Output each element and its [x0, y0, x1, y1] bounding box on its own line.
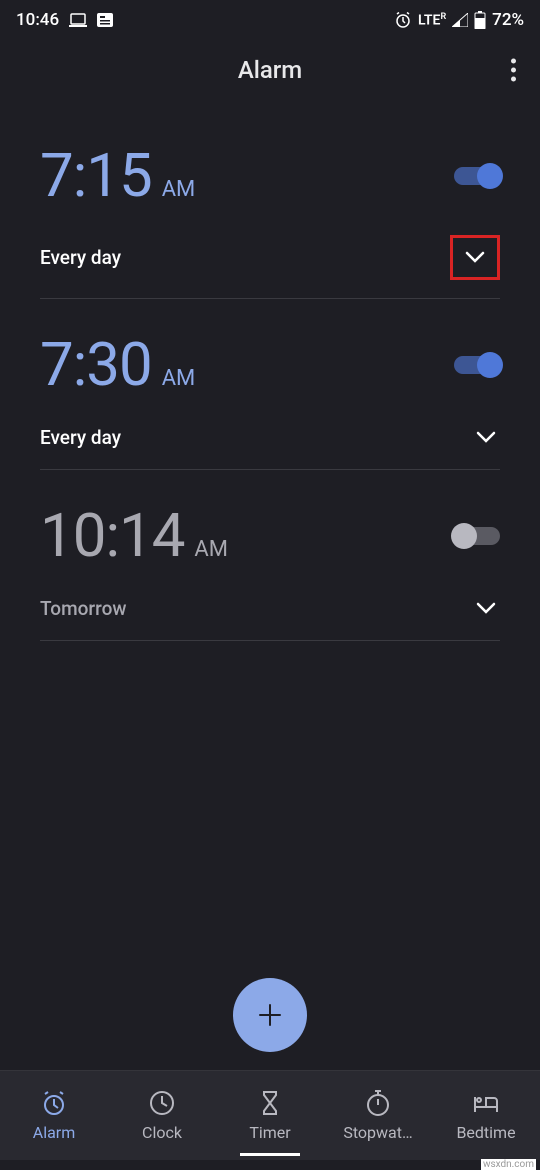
alarm-time: 10:14 [40, 500, 184, 571]
app-header: Alarm [0, 40, 540, 100]
menu-dot-icon [511, 68, 516, 73]
laptop-icon [69, 13, 87, 27]
alarm-item: 7:15 AM Every day [40, 140, 500, 299]
watermark: wsxdn.com [481, 1159, 536, 1170]
toggle-knob [451, 523, 477, 549]
alarm-item: 10:14 AM Tomorrow [40, 500, 500, 641]
chevron-down-icon [476, 431, 496, 443]
nav-bedtime[interactable]: Bedtime [432, 1089, 540, 1142]
nav-label: Bedtime [456, 1123, 515, 1142]
battery-percent: 72% [492, 10, 524, 30]
hourglass-icon [256, 1089, 284, 1117]
alarm-toggle[interactable] [454, 356, 500, 374]
overflow-menu-button[interactable] [511, 59, 516, 82]
alarm-schedule-label: Every day [40, 246, 121, 269]
nav-label: Timer [249, 1123, 290, 1142]
alarm-ampm: AM [162, 366, 196, 391]
plus-icon [256, 1001, 284, 1029]
chevron-down-icon [465, 251, 485, 263]
alarm-status-icon [394, 11, 412, 29]
alarms-list: 7:15 AM Every day 7:30 AM [0, 140, 540, 641]
expand-alarm-button[interactable] [472, 595, 500, 622]
nav-stopwatch[interactable]: Stopwat… [324, 1089, 432, 1142]
menu-dot-icon [511, 77, 516, 82]
alarm-ampm: AM [194, 537, 228, 562]
highlight-annotation [450, 235, 500, 280]
alarm-time-button[interactable]: 7:15 AM [40, 140, 195, 211]
bed-icon [472, 1089, 500, 1117]
news-icon [97, 13, 113, 27]
alarm-time: 7:15 [40, 140, 152, 211]
expand-alarm-button[interactable] [472, 424, 500, 451]
alarm-time-button[interactable]: 10:14 AM [40, 500, 228, 571]
menu-dot-icon [511, 59, 516, 64]
network-type: LTER [418, 12, 446, 29]
status-left: 10:46 [16, 10, 113, 30]
page-title: Alarm [238, 56, 302, 84]
alarm-schedule-label: Tomorrow [40, 597, 126, 620]
toggle-knob [477, 163, 503, 189]
alarm-ampm: AM [162, 177, 196, 202]
nav-timer[interactable]: Timer [216, 1089, 324, 1142]
expand-alarm-button[interactable] [461, 244, 489, 271]
clock-icon [148, 1089, 176, 1117]
alarm-schedule-label: Every day [40, 426, 121, 449]
signal-icon [452, 13, 468, 27]
nav-clock[interactable]: Clock [108, 1089, 216, 1142]
nav-label: Alarm [33, 1123, 75, 1142]
bottom-navigation: Alarm Clock Timer Stopwat… Bedtime [0, 1070, 540, 1160]
toggle-knob [477, 352, 503, 378]
chevron-down-icon [476, 602, 496, 614]
nav-indicator [240, 1153, 300, 1156]
nav-label: Clock [142, 1123, 182, 1142]
nav-label: Stopwat… [343, 1123, 412, 1142]
nav-alarm[interactable]: Alarm [0, 1089, 108, 1142]
stopwatch-icon [364, 1089, 392, 1117]
alarm-item: 7:30 AM Every day [40, 329, 500, 470]
alarm-icon [40, 1089, 68, 1117]
alarm-time-button[interactable]: 7:30 AM [40, 329, 195, 400]
alarm-toggle[interactable] [454, 167, 500, 185]
status-time: 10:46 [16, 10, 59, 30]
status-bar: 10:46 LTER 72% [0, 0, 540, 40]
status-right: LTER 72% [394, 10, 524, 30]
alarm-time: 7:30 [40, 329, 152, 400]
add-alarm-button[interactable] [233, 978, 307, 1052]
alarm-toggle[interactable] [454, 527, 500, 545]
battery-icon [474, 11, 486, 29]
